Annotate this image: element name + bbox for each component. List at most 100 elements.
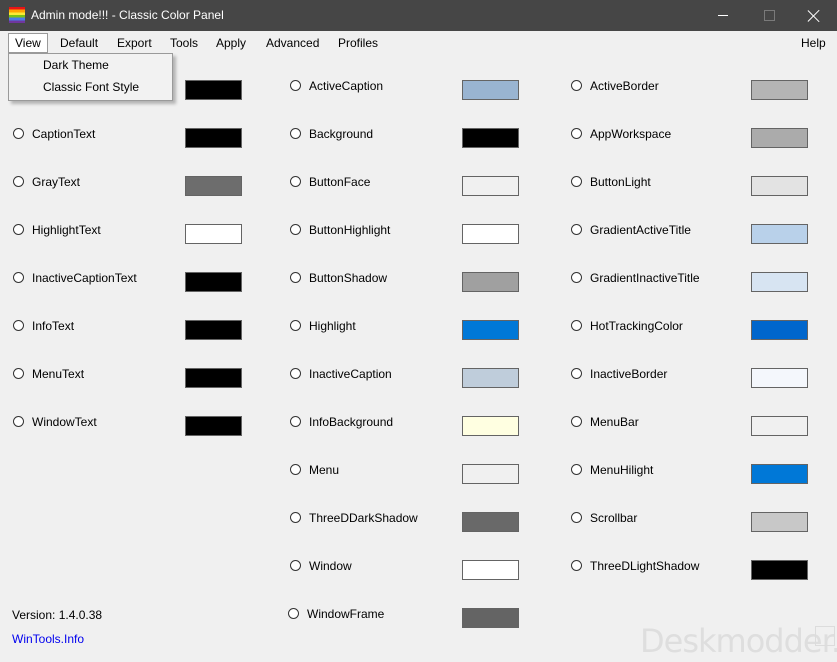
radio-gradientinactivetitle[interactable] bbox=[571, 272, 582, 283]
swatch-inactiveborder[interactable] bbox=[751, 368, 808, 388]
label-graytext[interactable]: GrayText bbox=[32, 175, 80, 189]
swatch-activeborder[interactable] bbox=[751, 80, 808, 100]
radio-window[interactable] bbox=[290, 560, 301, 571]
label-menu[interactable]: Menu bbox=[309, 463, 339, 477]
radio-buttonhighlight[interactable] bbox=[290, 224, 301, 235]
radio-background[interactable] bbox=[290, 128, 301, 139]
swatch-buttonlight[interactable] bbox=[751, 176, 808, 196]
radio-graytext[interactable] bbox=[13, 176, 24, 187]
swatch-windowtext[interactable] bbox=[185, 416, 242, 436]
label-appworkspace[interactable]: AppWorkspace bbox=[590, 127, 671, 141]
label-menuhilight[interactable]: MenuHilight bbox=[590, 463, 653, 477]
close-button[interactable] bbox=[791, 0, 837, 31]
swatch-graytext[interactable] bbox=[185, 176, 242, 196]
menu-item-dark-theme[interactable]: Dark Theme bbox=[43, 58, 109, 72]
radio-scrollbar[interactable] bbox=[571, 512, 582, 523]
label-menutext[interactable]: MenuText bbox=[32, 367, 84, 381]
label-infotext[interactable]: InfoText bbox=[32, 319, 74, 333]
label-inactiveborder[interactable]: InactiveBorder bbox=[590, 367, 667, 381]
radio-buttonface[interactable] bbox=[290, 176, 301, 187]
label-activecaption[interactable]: ActiveCaption bbox=[309, 79, 383, 93]
radio-menutext[interactable] bbox=[13, 368, 24, 379]
radio-hottrackingcolor[interactable] bbox=[571, 320, 582, 331]
label-gradientinactivetitle[interactable]: GradientInactiveTitle bbox=[590, 271, 700, 285]
radio-buttonshadow[interactable] bbox=[290, 272, 301, 283]
swatch-menuhilight[interactable] bbox=[751, 464, 808, 484]
menu-view[interactable]: View bbox=[8, 33, 48, 53]
swatch-captiontext[interactable] bbox=[185, 128, 242, 148]
label-hottrackingcolor[interactable]: HotTrackingColor bbox=[590, 319, 683, 333]
swatch-threeddarkshadow[interactable] bbox=[462, 512, 519, 532]
label-windowtext[interactable]: WindowText bbox=[32, 415, 97, 429]
swatch-buttonhighlight[interactable] bbox=[462, 224, 519, 244]
radio-appworkspace[interactable] bbox=[571, 128, 582, 139]
label-gradientactivetitle[interactable]: GradientActiveTitle bbox=[590, 223, 691, 237]
swatch-activecaption[interactable] bbox=[462, 80, 519, 100]
label-buttonface[interactable]: ButtonFace bbox=[309, 175, 370, 189]
swatch-gradientactivetitle[interactable] bbox=[751, 224, 808, 244]
label-infobackground[interactable]: InfoBackground bbox=[309, 415, 393, 429]
label-highlighttext[interactable]: HighlightText bbox=[32, 223, 101, 237]
menu-export[interactable]: Export bbox=[111, 34, 158, 52]
radio-threeddarkshadow[interactable] bbox=[290, 512, 301, 523]
label-inactivecaptiontext[interactable]: InactiveCaptionText bbox=[32, 271, 137, 285]
minimize-button[interactable] bbox=[700, 0, 746, 31]
radio-highlighttext[interactable] bbox=[13, 224, 24, 235]
swatch-inactivecaptiontext[interactable] bbox=[185, 272, 242, 292]
label-highlight[interactable]: Highlight bbox=[309, 319, 356, 333]
label-window[interactable]: Window bbox=[309, 559, 352, 573]
label-threeddarkshadow[interactable]: ThreeDDarkShadow bbox=[309, 511, 418, 525]
label-activeborder[interactable]: ActiveBorder bbox=[590, 79, 659, 93]
label-background[interactable]: Background bbox=[309, 127, 373, 141]
swatch-inactivecaption[interactable] bbox=[462, 368, 519, 388]
swatch-menubar[interactable] bbox=[751, 416, 808, 436]
menu-profiles[interactable]: Profiles bbox=[332, 34, 384, 52]
swatch-appworkspace[interactable] bbox=[751, 128, 808, 148]
title-bar[interactable]: Admin mode!!! - Classic Color Panel bbox=[0, 0, 837, 31]
menu-default[interactable]: Default bbox=[54, 34, 104, 52]
radio-menubar[interactable] bbox=[571, 416, 582, 427]
app-icon[interactable] bbox=[9, 7, 25, 23]
label-captiontext[interactable]: CaptionText bbox=[32, 127, 95, 141]
swatch-windowframe[interactable] bbox=[462, 608, 519, 628]
radio-windowtext[interactable] bbox=[13, 416, 24, 427]
swatch-scrollbar[interactable] bbox=[751, 512, 808, 532]
label-buttonlight[interactable]: ButtonLight bbox=[590, 175, 651, 189]
menu-apply[interactable]: Apply bbox=[210, 34, 252, 52]
radio-infotext[interactable] bbox=[13, 320, 24, 331]
wintools-link[interactable]: WinTools.Info bbox=[12, 632, 84, 646]
swatch-buttonshadow[interactable] bbox=[462, 272, 519, 292]
swatch-window[interactable] bbox=[462, 560, 519, 580]
radio-gradientactivetitle[interactable] bbox=[571, 224, 582, 235]
label-windowframe[interactable]: WindowFrame bbox=[307, 607, 384, 621]
radio-buttonlight[interactable] bbox=[571, 176, 582, 187]
label-menubar[interactable]: MenuBar bbox=[590, 415, 639, 429]
radio-threedlightshadow[interactable] bbox=[571, 560, 582, 571]
label-scrollbar[interactable]: Scrollbar bbox=[590, 511, 637, 525]
radio-activeborder[interactable] bbox=[571, 80, 582, 91]
swatch-hottrackingcolor[interactable] bbox=[751, 320, 808, 340]
radio-inactiveborder[interactable] bbox=[571, 368, 582, 379]
radio-inactivecaptiontext[interactable] bbox=[13, 272, 24, 283]
radio-menuhilight[interactable] bbox=[571, 464, 582, 475]
label-threedlightshadow[interactable]: ThreeDLightShadow bbox=[590, 559, 699, 573]
label-buttonshadow[interactable]: ButtonShadow bbox=[309, 271, 387, 285]
swatch-gradientinactivetitle[interactable] bbox=[751, 272, 808, 292]
menu-item-classic-font-style[interactable]: Classic Font Style bbox=[43, 80, 139, 94]
swatch-background[interactable] bbox=[462, 128, 519, 148]
swatch-highlighttext[interactable] bbox=[185, 224, 242, 244]
label-inactivecaption[interactable]: InactiveCaption bbox=[309, 367, 392, 381]
menu-help[interactable]: Help bbox=[795, 34, 832, 52]
swatch-unlabeled[interactable] bbox=[185, 80, 242, 100]
menu-advanced[interactable]: Advanced bbox=[260, 34, 325, 52]
swatch-highlight[interactable] bbox=[462, 320, 519, 340]
radio-menu[interactable] bbox=[290, 464, 301, 475]
menu-tools[interactable]: Tools bbox=[164, 34, 204, 52]
label-buttonhighlight[interactable]: ButtonHighlight bbox=[309, 223, 390, 237]
radio-captiontext[interactable] bbox=[13, 128, 24, 139]
radio-infobackground[interactable] bbox=[290, 416, 301, 427]
radio-highlight[interactable] bbox=[290, 320, 301, 331]
swatch-threedlightshadow[interactable] bbox=[751, 560, 808, 580]
swatch-infobackground[interactable] bbox=[462, 416, 519, 436]
maximize-button[interactable] bbox=[746, 0, 792, 31]
